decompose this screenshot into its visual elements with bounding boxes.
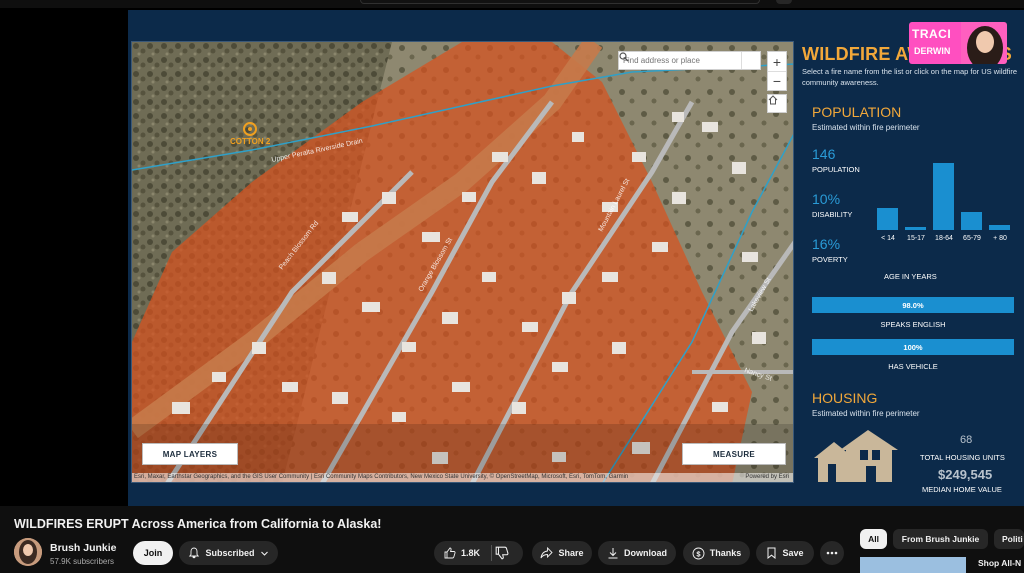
housing-units-label: TOTAL HOUSING UNITS: [920, 453, 1005, 462]
youtube-watch-page: Upper Peralta Riverside Drain Peach Blos…: [0, 0, 1024, 573]
chevron-down-icon: [260, 551, 268, 556]
population-label: POPULATION: [812, 165, 860, 174]
age-bar: [961, 212, 982, 230]
save-label: Save: [782, 548, 804, 558]
map-attribution[interactable]: Esri, Maxar, Earthstar Geographics, and …: [132, 473, 793, 482]
satellite-map[interactable]: Upper Peralta Riverside Drain Peach Blos…: [131, 41, 794, 483]
share-icon: [541, 547, 554, 559]
thanks-label: Thanks: [709, 548, 742, 558]
fire-marker-label: COTTON 2: [230, 137, 271, 146]
map-home-button[interactable]: [767, 94, 787, 113]
age-tick-label: 15-17: [907, 235, 925, 242]
speaks-english-bar: 98.0%: [812, 297, 1014, 313]
age-bar: [905, 227, 926, 230]
map-layers-button[interactable]: MAP LAYERS: [142, 443, 238, 465]
median-home-value: $249,545: [938, 467, 993, 482]
poverty-label: POVERTY: [812, 255, 848, 264]
share-button[interactable]: Share: [532, 541, 592, 565]
subscribed-button[interactable]: Subscribed: [179, 541, 278, 565]
map-search-box: [618, 51, 761, 70]
zoom-controls: + −: [767, 51, 787, 91]
bookmark-icon: [767, 547, 776, 559]
save-button[interactable]: Save: [756, 541, 814, 565]
super-thanks-icon: $: [692, 547, 705, 559]
top-bar: [0, 0, 1024, 8]
age-bar: [933, 163, 954, 230]
share-label: Share: [558, 548, 584, 558]
population-subheading: Estimated within fire perimeter: [812, 123, 920, 132]
housing-units-value: 68: [960, 434, 973, 446]
fire-marker-icon: [243, 122, 258, 136]
subscriber-count: 57.9K subscribers: [50, 557, 115, 566]
houses-icon: [814, 430, 898, 482]
median-home-value-label: MEDIAN HOME VALUE: [922, 485, 1002, 494]
dislike-button[interactable]: [495, 545, 509, 561]
disability-value: 10%: [812, 191, 841, 207]
video-title: WILDFIRES ERUPT Across America from Cali…: [14, 517, 382, 531]
channel-avatar[interactable]: [14, 538, 42, 566]
thumbs-up-icon: [444, 547, 456, 559]
age-bar: [877, 208, 898, 230]
svg-text:$: $: [696, 549, 701, 558]
powered-by-esri[interactable]: Powered by Esri: [745, 473, 789, 482]
age-tick-label: + 80: [993, 235, 1007, 242]
age-axis-title: AGE IN YEARS: [884, 272, 937, 281]
chip-from-brush-junkie[interactable]: From Brush Junkie: [893, 529, 988, 549]
search-bar-edge[interactable]: [360, 0, 760, 4]
wildfire-dashboard-frame: Upper Peralta Riverside Drain Peach Blos…: [128, 10, 1024, 506]
panel-subtitle: Select a fire name from the list or clic…: [802, 67, 1018, 87]
has-vehicle-bar: 100%: [812, 339, 1014, 355]
video-player[interactable]: Upper Peralta Riverside Drain Peach Blos…: [0, 8, 1024, 506]
age-bar-chart: < 14 15-17 18-64 65-79 + 80: [874, 150, 1014, 246]
join-label: Join: [143, 548, 163, 558]
age-tick-label: 65-79: [963, 235, 981, 242]
age-bar: [989, 225, 1010, 230]
thumbs-down-icon: [495, 546, 509, 560]
like-count: 1.8K: [461, 548, 481, 558]
poverty-value: 16%: [812, 236, 841, 252]
like-button[interactable]: 1.8K: [434, 541, 523, 565]
logo-text-line2: DERWIN: [914, 46, 951, 56]
download-button[interactable]: Download: [598, 541, 676, 565]
voice-search-edge[interactable]: [776, 0, 792, 4]
zoom-out-button[interactable]: −: [768, 71, 786, 90]
housing-subheading: Estimated within fire perimeter: [812, 409, 920, 418]
population-value: 146: [812, 146, 836, 162]
bell-icon: [189, 547, 200, 559]
chip-all[interactable]: All: [860, 529, 887, 549]
age-tick-label: 18-64: [935, 235, 953, 242]
community-panel: WILDFIRE AWARENESS Select a fire name fr…: [800, 40, 1024, 494]
zoom-in-button[interactable]: +: [768, 52, 786, 71]
recommended-video-title[interactable]: Shop All-N: [978, 558, 1021, 568]
logo-portrait: [961, 22, 1007, 64]
has-vehicle-label: HAS VEHICLE: [888, 362, 938, 371]
fire-marker-cotton-2[interactable]: COTTON 2: [230, 122, 270, 146]
logo-text-line1: TRACI: [912, 27, 952, 41]
join-button[interactable]: Join: [133, 541, 173, 565]
population-heading: POPULATION: [812, 104, 902, 120]
speaks-english-label: SPEAKS ENGLISH: [880, 320, 946, 329]
map-search-input[interactable]: [619, 56, 741, 65]
map-imagery: Upper Peralta Riverside Drain Peach Blos…: [132, 42, 793, 482]
more-actions-button[interactable]: [820, 541, 844, 565]
download-icon: [608, 548, 618, 559]
home-icon: [768, 95, 778, 105]
thanks-button[interactable]: $ Thanks: [683, 541, 750, 565]
disability-label: DISABILITY: [812, 210, 853, 219]
chip-politics[interactable]: Politi: [994, 529, 1024, 549]
subscribed-label: Subscribed: [205, 548, 255, 558]
housing-heading: HOUSING: [812, 390, 878, 406]
age-tick-label: < 14: [881, 235, 895, 242]
channel-name[interactable]: Brush Junkie: [50, 542, 117, 554]
measure-button[interactable]: MEASURE: [682, 443, 786, 465]
download-label: Download: [624, 548, 667, 558]
recommended-video-thumbnail[interactable]: [860, 557, 966, 573]
search-icon: [619, 52, 629, 62]
map-search-button[interactable]: [619, 52, 760, 69]
channel-watermark-logo: TRACI DERWIN: [909, 22, 1007, 64]
like-dislike-divider: [491, 545, 492, 561]
more-horizontal-icon: [826, 551, 838, 555]
